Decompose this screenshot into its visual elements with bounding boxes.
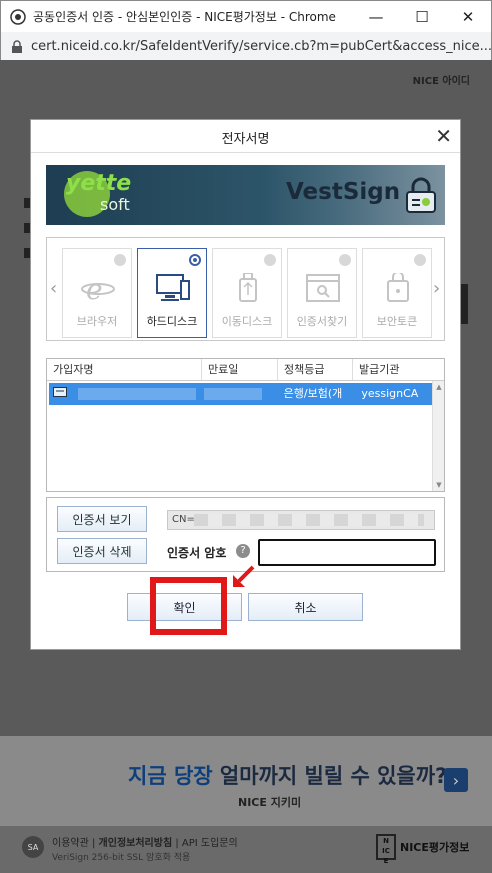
brand-yette: yette bbox=[66, 171, 132, 196]
pointer-arrow-icon bbox=[233, 565, 255, 587]
usb-icon bbox=[239, 273, 257, 302]
lock-icon bbox=[11, 39, 25, 53]
cn-field: CN= bbox=[167, 510, 435, 530]
radio-icon bbox=[339, 254, 351, 266]
scroll-down-icon[interactable]: ▼ bbox=[433, 481, 445, 489]
dialog-title: 전자서명 bbox=[221, 132, 270, 147]
cell-name-redacted bbox=[78, 388, 196, 400]
storage-label: 하드디스크 bbox=[146, 315, 198, 328]
svg-text:e: e bbox=[86, 273, 103, 303]
dialog-body: yette soft VestSign ‹ e 브라우저 하드디스크 이동디스크… bbox=[31, 152, 460, 649]
cell-issuer: yessignCA bbox=[361, 387, 419, 400]
banner-arrow-icon[interactable]: › bbox=[444, 768, 468, 792]
vestsign-lock-icon bbox=[406, 177, 436, 213]
storage-label: 인증서찾기 bbox=[296, 315, 348, 328]
minimize-button[interactable]: — bbox=[353, 1, 399, 33]
page-footer: SA 이용약관 | 개인정보처리방침 | API 도입문의 VeriSign 2… bbox=[0, 826, 492, 873]
loan-banner[interactable]: 지금 당장 얼마까지 빌릴 수 있을까? NICE 지키미 › bbox=[0, 736, 492, 826]
storage-harddisk[interactable]: 하드디스크 bbox=[137, 248, 207, 338]
table-row[interactable]: 은행/보험(개 yessignCA bbox=[49, 383, 433, 405]
nice-id-logo: NICE 아이디 bbox=[412, 76, 470, 87]
storage-label: 브라우저 bbox=[76, 315, 118, 328]
ssl-badge-icon: SA bbox=[22, 836, 44, 858]
password-input[interactable] bbox=[258, 539, 436, 566]
storage-usb[interactable]: 이동디스크 bbox=[212, 248, 282, 338]
help-icon[interactable]: ? bbox=[236, 544, 250, 558]
signature-dialog: 전자서명 ✕ yette soft VestSign ‹ e 브라우저 하드디스… bbox=[30, 119, 461, 650]
col-expiry: 만료일 bbox=[202, 359, 278, 380]
password-label: 인증서 암호 bbox=[167, 546, 227, 560]
col-issuer: 발급기관 bbox=[359, 363, 400, 376]
ssl-note: VeriSign 256-bit SSL 암호화 적용 bbox=[52, 853, 191, 863]
cancel-button[interactable]: 취소 bbox=[248, 593, 363, 621]
privacy-link[interactable]: 개인정보처리방침 bbox=[99, 838, 173, 849]
password-area: 인증서 보기 인증서 삭제 CN= 인증서 암호 ? bbox=[46, 497, 445, 572]
storage-browser[interactable]: e 브라우저 bbox=[62, 248, 132, 338]
storage-cert-search[interactable]: 인증서찾기 bbox=[287, 248, 357, 338]
close-window-button[interactable]: ✕ bbox=[445, 1, 491, 33]
nice-logo-icon: N IC E bbox=[376, 834, 396, 865]
table-scrollbar[interactable]: ▲ ▼ bbox=[432, 381, 444, 491]
brand-soft: soft bbox=[100, 195, 130, 214]
storage-label: 보안토큰 bbox=[376, 315, 418, 328]
cert-row-icon bbox=[49, 383, 74, 405]
storage-security-token[interactable]: 보안토큰 bbox=[362, 248, 432, 338]
next-storage-icon[interactable]: › bbox=[433, 278, 440, 299]
confirm-highlight-box bbox=[150, 577, 227, 635]
storage-selector: ‹ e 브라우저 하드디스크 이동디스크 인증서찾기 보안토큰 › bbox=[46, 237, 445, 341]
footer-links: 이용약관 | 개인정보처리방침 | API 도입문의 bbox=[52, 838, 238, 849]
dialog-titlebar: 전자서명 ✕ bbox=[31, 120, 460, 152]
col-policy: 정책등급 bbox=[278, 359, 353, 380]
browser-icon: e bbox=[81, 273, 115, 303]
certificate-table: 가입자명 만료일 정책등급 발급기관 은행/보험(개 yessignCA ▲ ▼ bbox=[46, 358, 445, 492]
url-text[interactable]: cert.niceid.co.kr/SafeIdentVerify/servic… bbox=[31, 39, 491, 54]
cell-expiry-redacted bbox=[203, 388, 262, 400]
dialog-close-icon[interactable]: ✕ bbox=[435, 124, 452, 148]
view-cert-button[interactable]: 인증서 보기 bbox=[57, 506, 147, 532]
cert-search-icon bbox=[306, 274, 340, 302]
cell-policy: 은행/보험(개 bbox=[283, 387, 343, 400]
window-title: 공동인증서 인증 - 안심본인인증 - NICE평가정보 - Chrome bbox=[33, 10, 336, 24]
brand-vestsign: VestSign bbox=[286, 179, 401, 205]
prev-storage-icon[interactable]: ‹ bbox=[50, 278, 57, 299]
terms-link[interactable]: 이용약관 bbox=[52, 838, 89, 849]
radio-icon bbox=[414, 254, 426, 266]
delete-cert-button[interactable]: 인증서 삭제 bbox=[57, 538, 147, 564]
security-token-icon bbox=[387, 273, 409, 302]
api-link[interactable]: API 도입문의 bbox=[182, 838, 238, 849]
radio-icon bbox=[114, 254, 126, 266]
cn-redacted bbox=[194, 514, 424, 526]
background-button bbox=[460, 284, 468, 324]
scroll-up-icon[interactable]: ▲ bbox=[433, 383, 445, 391]
radio-icon bbox=[264, 254, 276, 266]
address-bar[interactable]: cert.niceid.co.kr/SafeIdentVerify/servic… bbox=[0, 32, 492, 60]
browser-titlebar: 공동인증서 인증 - 안심본인인증 - NICE평가정보 - Chrome — … bbox=[0, 0, 492, 32]
banner-sub: NICE 지키미 bbox=[238, 796, 302, 809]
harddisk-icon bbox=[156, 274, 190, 301]
col-subscriber: 가입자명 bbox=[47, 359, 202, 380]
chrome-favicon-icon bbox=[9, 8, 27, 26]
maximize-button[interactable]: ☐ bbox=[399, 1, 445, 33]
vestsign-banner: yette soft VestSign bbox=[46, 165, 445, 225]
storage-label: 이동디스크 bbox=[221, 315, 273, 328]
nice-footer-logo: N IC E NICE평가정보 bbox=[376, 834, 469, 865]
table-header: 가입자명 만료일 정책등급 발급기관 bbox=[47, 359, 444, 381]
radio-selected-icon bbox=[189, 254, 201, 266]
banner-headline: 지금 당장 얼마까지 빌릴 수 있을까? bbox=[128, 764, 448, 788]
